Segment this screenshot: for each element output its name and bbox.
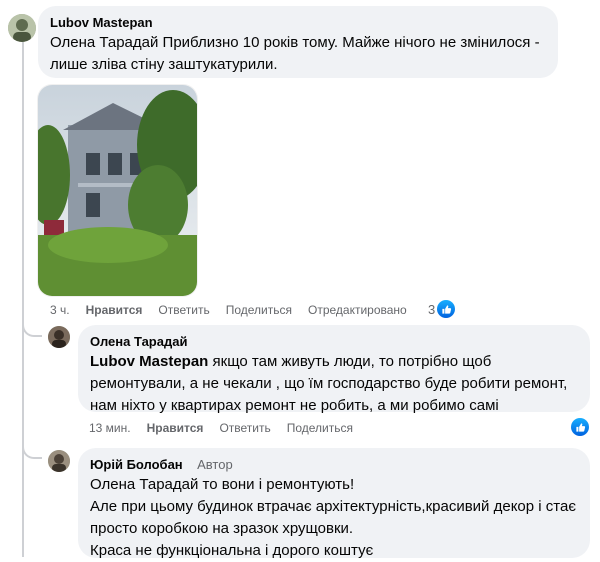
share-button[interactable]: Поделиться xyxy=(287,421,353,435)
mention-link[interactable]: Lubov Mastepan xyxy=(90,353,208,370)
house-photo[interactable] xyxy=(38,85,197,296)
edited-label[interactable]: Отредактировано xyxy=(308,303,407,317)
reaction-summary[interactable]: 3 xyxy=(428,300,471,318)
thread-line xyxy=(22,38,24,557)
reply-button[interactable]: Ответить xyxy=(158,303,209,317)
comment-bubble: Юрій Болобан Автор Олена Тарадай то вони… xyxy=(78,448,590,559)
comment-time[interactable]: 13 мин. xyxy=(89,421,131,435)
comment-author[interactable]: Lubov Mastepan xyxy=(50,15,153,30)
like-button[interactable]: Нравится xyxy=(86,303,143,317)
comment-author[interactable]: Юрій Болобан xyxy=(90,457,183,472)
comment-text: Олена Тарадай Приблизно 10 років тому. М… xyxy=(50,34,540,73)
comment-text: Lubov Mastepan якщо там живуть люди, то … xyxy=(90,351,578,417)
reaction-count: 3 xyxy=(428,301,436,317)
comment-actions: 3 ч. Нравится Ответить Поделиться Отреда… xyxy=(50,303,423,317)
thread-line-branch xyxy=(22,437,42,459)
author-badge: Автор xyxy=(197,457,233,472)
comment-bubble: Lubov Mastepan Олена Тарадай Приблизно 1… xyxy=(38,6,558,78)
like-button[interactable]: Нравится xyxy=(147,421,204,435)
share-button[interactable]: Поделиться xyxy=(226,303,292,317)
comment-actions: 13 мин. Нравится Ответить Поделиться xyxy=(89,421,369,435)
avatar[interactable] xyxy=(48,326,70,348)
avatar[interactable] xyxy=(48,450,70,472)
comment-time[interactable]: 3 ч. xyxy=(50,303,70,317)
comment-author[interactable]: Олена Тарадай xyxy=(90,334,187,349)
comment-text: Олена Тарадай то вони і ремонтують! Але … xyxy=(90,476,576,559)
reply-button[interactable]: Ответить xyxy=(219,421,270,435)
thread-line-branch xyxy=(22,315,42,337)
like-icon xyxy=(437,300,456,318)
comment-bubble: Олена Тарадай Lubov Mastepan якщо там жи… xyxy=(78,325,590,414)
avatar[interactable] xyxy=(8,14,36,42)
like-icon[interactable] xyxy=(571,418,589,436)
